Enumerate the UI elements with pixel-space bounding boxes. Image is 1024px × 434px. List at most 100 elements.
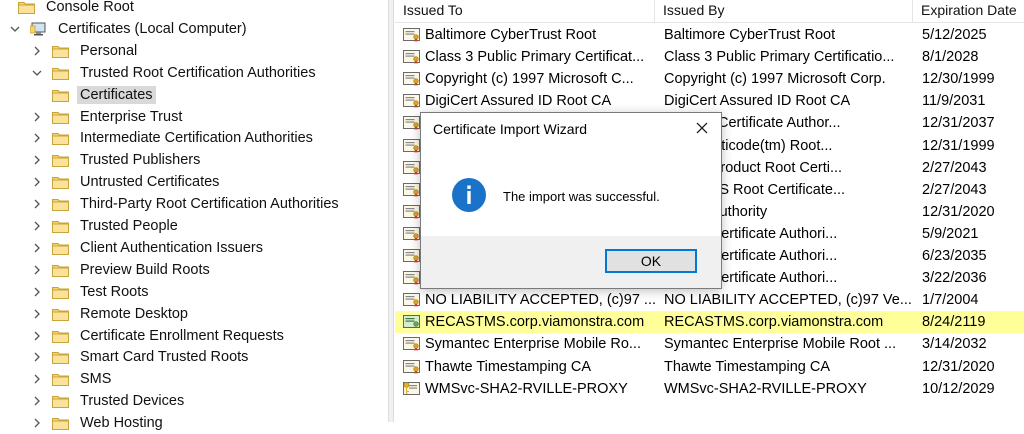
tree-item-sms[interactable]: SMS <box>30 368 114 390</box>
certificate-icon <box>403 226 420 242</box>
table-row[interactable]: Symantec Enterprise Mobile Ro... Symantec… <box>395 333 1024 355</box>
folder-icon <box>52 219 77 233</box>
ok-button[interactable]: OK <box>605 249 697 273</box>
chevron-right-icon[interactable] <box>30 307 44 321</box>
tree-item-trusted-people[interactable]: Trusted People <box>30 215 181 237</box>
computer-icon <box>30 22 55 36</box>
tree-item-preview-build-roots[interactable]: Preview Build Roots <box>30 259 213 281</box>
tree-item-console-root[interactable]: Console Root <box>0 0 137 18</box>
folder-icon <box>52 416 77 431</box>
cell-expiration-date: 12/30/1999 <box>922 71 995 88</box>
tree-item-smart-card-trusted-roots[interactable]: Smart Card Trusted Roots <box>30 346 251 368</box>
column-expiration-date[interactable]: Expiration Date <box>913 0 1024 22</box>
pane-splitter[interactable] <box>388 0 394 422</box>
certificate-icon <box>403 115 420 131</box>
tree-item-trusted-root-certification-authorities[interactable]: Trusted Root Certification Authorities <box>30 62 319 84</box>
tree-item-certificates-local-computer[interactable]: Certificates (Local Computer) <box>8 18 250 40</box>
folder-icon <box>52 197 77 212</box>
folder-icon <box>52 350 77 365</box>
folder-icon <box>52 131 77 146</box>
cell-expiration-date: 3/22/2036 <box>922 270 987 287</box>
cell-issued-to: Thawte Timestamping CA <box>425 358 592 375</box>
table-row[interactable]: Class 3 Public Primary Certificat... Clas… <box>395 46 1024 68</box>
tree-item-certificates[interactable]: Certificates <box>30 84 156 106</box>
folder-icon <box>52 394 77 409</box>
column-issued-by[interactable]: Issued By <box>655 0 913 22</box>
tree-item-label: Web Hosting <box>80 415 163 432</box>
cell-expiration-date: 12/31/2037 <box>922 115 995 132</box>
tree-item-label: Smart Card Trusted Roots <box>80 349 249 366</box>
chevron-right-icon[interactable] <box>30 110 44 124</box>
tree-item-label: Test Roots <box>80 283 149 300</box>
cell-issued-to: Symantec Enterprise Mobile Ro... <box>425 336 641 353</box>
info-icon <box>451 177 487 216</box>
cell-issued-by: Class 3 Public Primary Certificatio... <box>664 49 895 66</box>
chevron-right-icon[interactable] <box>30 416 44 430</box>
tree-item-label: Personal <box>80 42 138 59</box>
cell-expiration-date: 12/31/2020 <box>922 358 995 375</box>
certificate-icon <box>403 49 420 65</box>
tree-item-trusted-publishers[interactable]: Trusted Publishers <box>30 149 203 171</box>
tree-item-label: Certificate Enrollment Requests <box>80 327 284 344</box>
cell-expiration-date: 2/27/2043 <box>922 181 987 198</box>
chevron-right-icon[interactable] <box>30 241 44 255</box>
folder-icon <box>52 329 77 343</box>
table-row[interactable]: Copyright (c) 1997 Microsoft C... Copyrig… <box>395 68 1024 90</box>
tree-item-certificate-enrollment-requests[interactable]: Certificate Enrollment Requests <box>30 325 287 347</box>
tree-item-untrusted-certificates[interactable]: Untrusted Certificates <box>30 171 222 193</box>
cell-issued-by: WMSvc-SHA2-RVILLE-PROXY <box>664 380 867 397</box>
cell-issued-by: RECASTMS.corp.viamonstra.com <box>664 314 884 331</box>
folder-icon <box>52 88 77 102</box>
chevron-right-icon[interactable] <box>30 285 44 299</box>
table-row[interactable]: WMSvc-SHA2-RVILLE-PROXY WMSvc-SHA2-RVILLE… <box>395 378 1024 400</box>
tree-item-web-hosting[interactable]: Web Hosting <box>30 412 166 434</box>
certificate-icon <box>403 336 420 352</box>
table-row[interactable]: DigiCert Assured ID Root CA DigiCert Assu… <box>395 90 1024 112</box>
tree-item-intermediate-certification-authorities[interactable]: Intermediate Certification Authorities <box>30 127 316 149</box>
chevron-right-icon[interactable] <box>30 44 44 58</box>
dialog-message: The import was successful. <box>503 189 660 204</box>
table-row[interactable]: Thawte Timestamping CA Thawte Timestampin… <box>395 356 1024 378</box>
chevron-right-icon[interactable] <box>30 219 44 233</box>
tree-item-label: Remote Desktop <box>80 305 188 322</box>
cell-issued-to: Class 3 Public Primary Certificat... <box>425 49 645 66</box>
folder-icon <box>52 263 77 277</box>
chevron-right-icon[interactable] <box>30 131 44 145</box>
tree-item-trusted-devices[interactable]: Trusted Devices <box>30 390 187 412</box>
folder-icon <box>18 0 43 14</box>
tree-item-remote-desktop[interactable]: Remote Desktop <box>30 303 191 325</box>
table-row[interactable]: NO LIABILITY ACCEPTED, (c)97 ... NO LIABI… <box>395 289 1024 311</box>
column-issued-to[interactable]: Issued To <box>395 0 655 22</box>
tree-item-test-roots[interactable]: Test Roots <box>30 281 152 303</box>
cell-issued-by: Copyright (c) 1997 Microsoft Corp. <box>664 71 886 88</box>
cell-issued-by: Baltimore CyberTrust Root <box>664 27 836 43</box>
cell-expiration-date: 8/24/2119 <box>922 314 986 331</box>
tree-item-label: Certificates (Local Computer) <box>58 20 247 37</box>
chevron-down-icon[interactable] <box>30 66 44 80</box>
certificate-icon <box>403 359 420 375</box>
certificate-icon <box>403 292 420 308</box>
table-row[interactable]: RECASTMS.corp.viamonstra.com RECASTMS.cor… <box>395 311 1024 334</box>
tree-item-label: Preview Build Roots <box>80 261 210 278</box>
chevron-right-icon[interactable] <box>30 372 44 386</box>
chevron-down-icon[interactable] <box>8 22 22 36</box>
cell-expiration-date: 12/31/2020 <box>922 203 995 220</box>
table-row[interactable]: Baltimore CyberTrust Root Baltimore Cyber… <box>395 24 1024 46</box>
chevron-right-icon[interactable] <box>30 394 44 408</box>
certificate-icon <box>403 248 420 264</box>
folder-icon <box>52 285 77 299</box>
close-icon[interactable] <box>693 119 711 137</box>
certificate-icon <box>403 314 420 330</box>
chevron-right-icon[interactable] <box>30 175 44 189</box>
tree-item-enterprise-trust[interactable]: Enterprise Trust <box>30 106 185 128</box>
chevron-right-icon[interactable] <box>30 153 44 167</box>
chevron-right-icon[interactable] <box>30 263 44 277</box>
chevron-right-icon[interactable] <box>30 350 44 364</box>
cell-issued-to: Copyright (c) 1997 Microsoft C... <box>425 71 634 88</box>
chevron-right-icon[interactable] <box>30 329 44 343</box>
chevron-right-icon[interactable] <box>30 197 44 211</box>
tree-item-third-party-root-certification-authorities[interactable]: Third-Party Root Certification Authoriti… <box>30 193 342 215</box>
tree-item-client-authentication-issuers[interactable]: Client Authentication Issuers <box>30 237 266 259</box>
folder-icon <box>52 110 77 124</box>
tree-item-personal[interactable]: Personal <box>30 40 140 62</box>
